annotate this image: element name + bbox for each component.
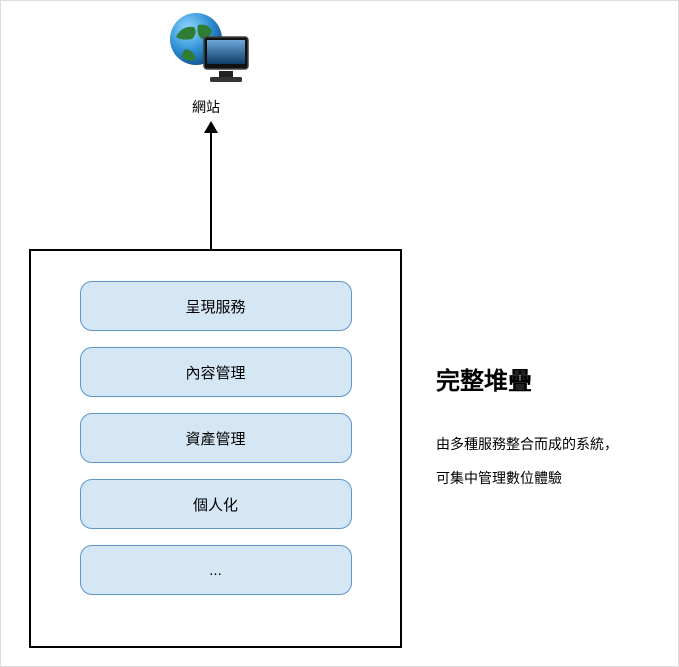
side-desc-line2: 可集中管理數位體驗 xyxy=(436,470,562,486)
service-box-asset-management: 資產管理 xyxy=(80,413,352,463)
side-description: 由多種服務整合而成的系統， 可集中管理數位體驗 xyxy=(436,428,666,495)
side-title: 完整堆疊 xyxy=(436,361,666,396)
service-label: 呈現服務 xyxy=(185,296,245,317)
service-label: 資產管理 xyxy=(185,428,245,449)
service-label: 內容管理 xyxy=(185,362,245,383)
service-label: 個人化 xyxy=(193,494,238,515)
diagram-canvas: 網站 呈現服務 內容管理 資產管理 個人化 ... 完整堆疊 由多種服務整合而成… xyxy=(0,0,679,667)
side-desc-line1: 由多種服務整合而成的系統， xyxy=(436,436,618,452)
website-label: 網站 xyxy=(156,97,256,117)
service-box-content-management: 內容管理 xyxy=(80,347,352,397)
service-box-personalization: 個人化 xyxy=(80,479,352,529)
stack-container: 呈現服務 內容管理 資產管理 個人化 ... xyxy=(29,249,402,648)
side-panel: 完整堆疊 由多種服務整合而成的系統， 可集中管理數位體驗 xyxy=(436,361,666,495)
service-box-more: ... xyxy=(80,545,352,595)
service-box-rendering: 呈現服務 xyxy=(80,281,352,331)
service-label: ... xyxy=(209,562,222,579)
arrow-line xyxy=(210,131,212,249)
globe-monitor-icon xyxy=(156,9,256,94)
